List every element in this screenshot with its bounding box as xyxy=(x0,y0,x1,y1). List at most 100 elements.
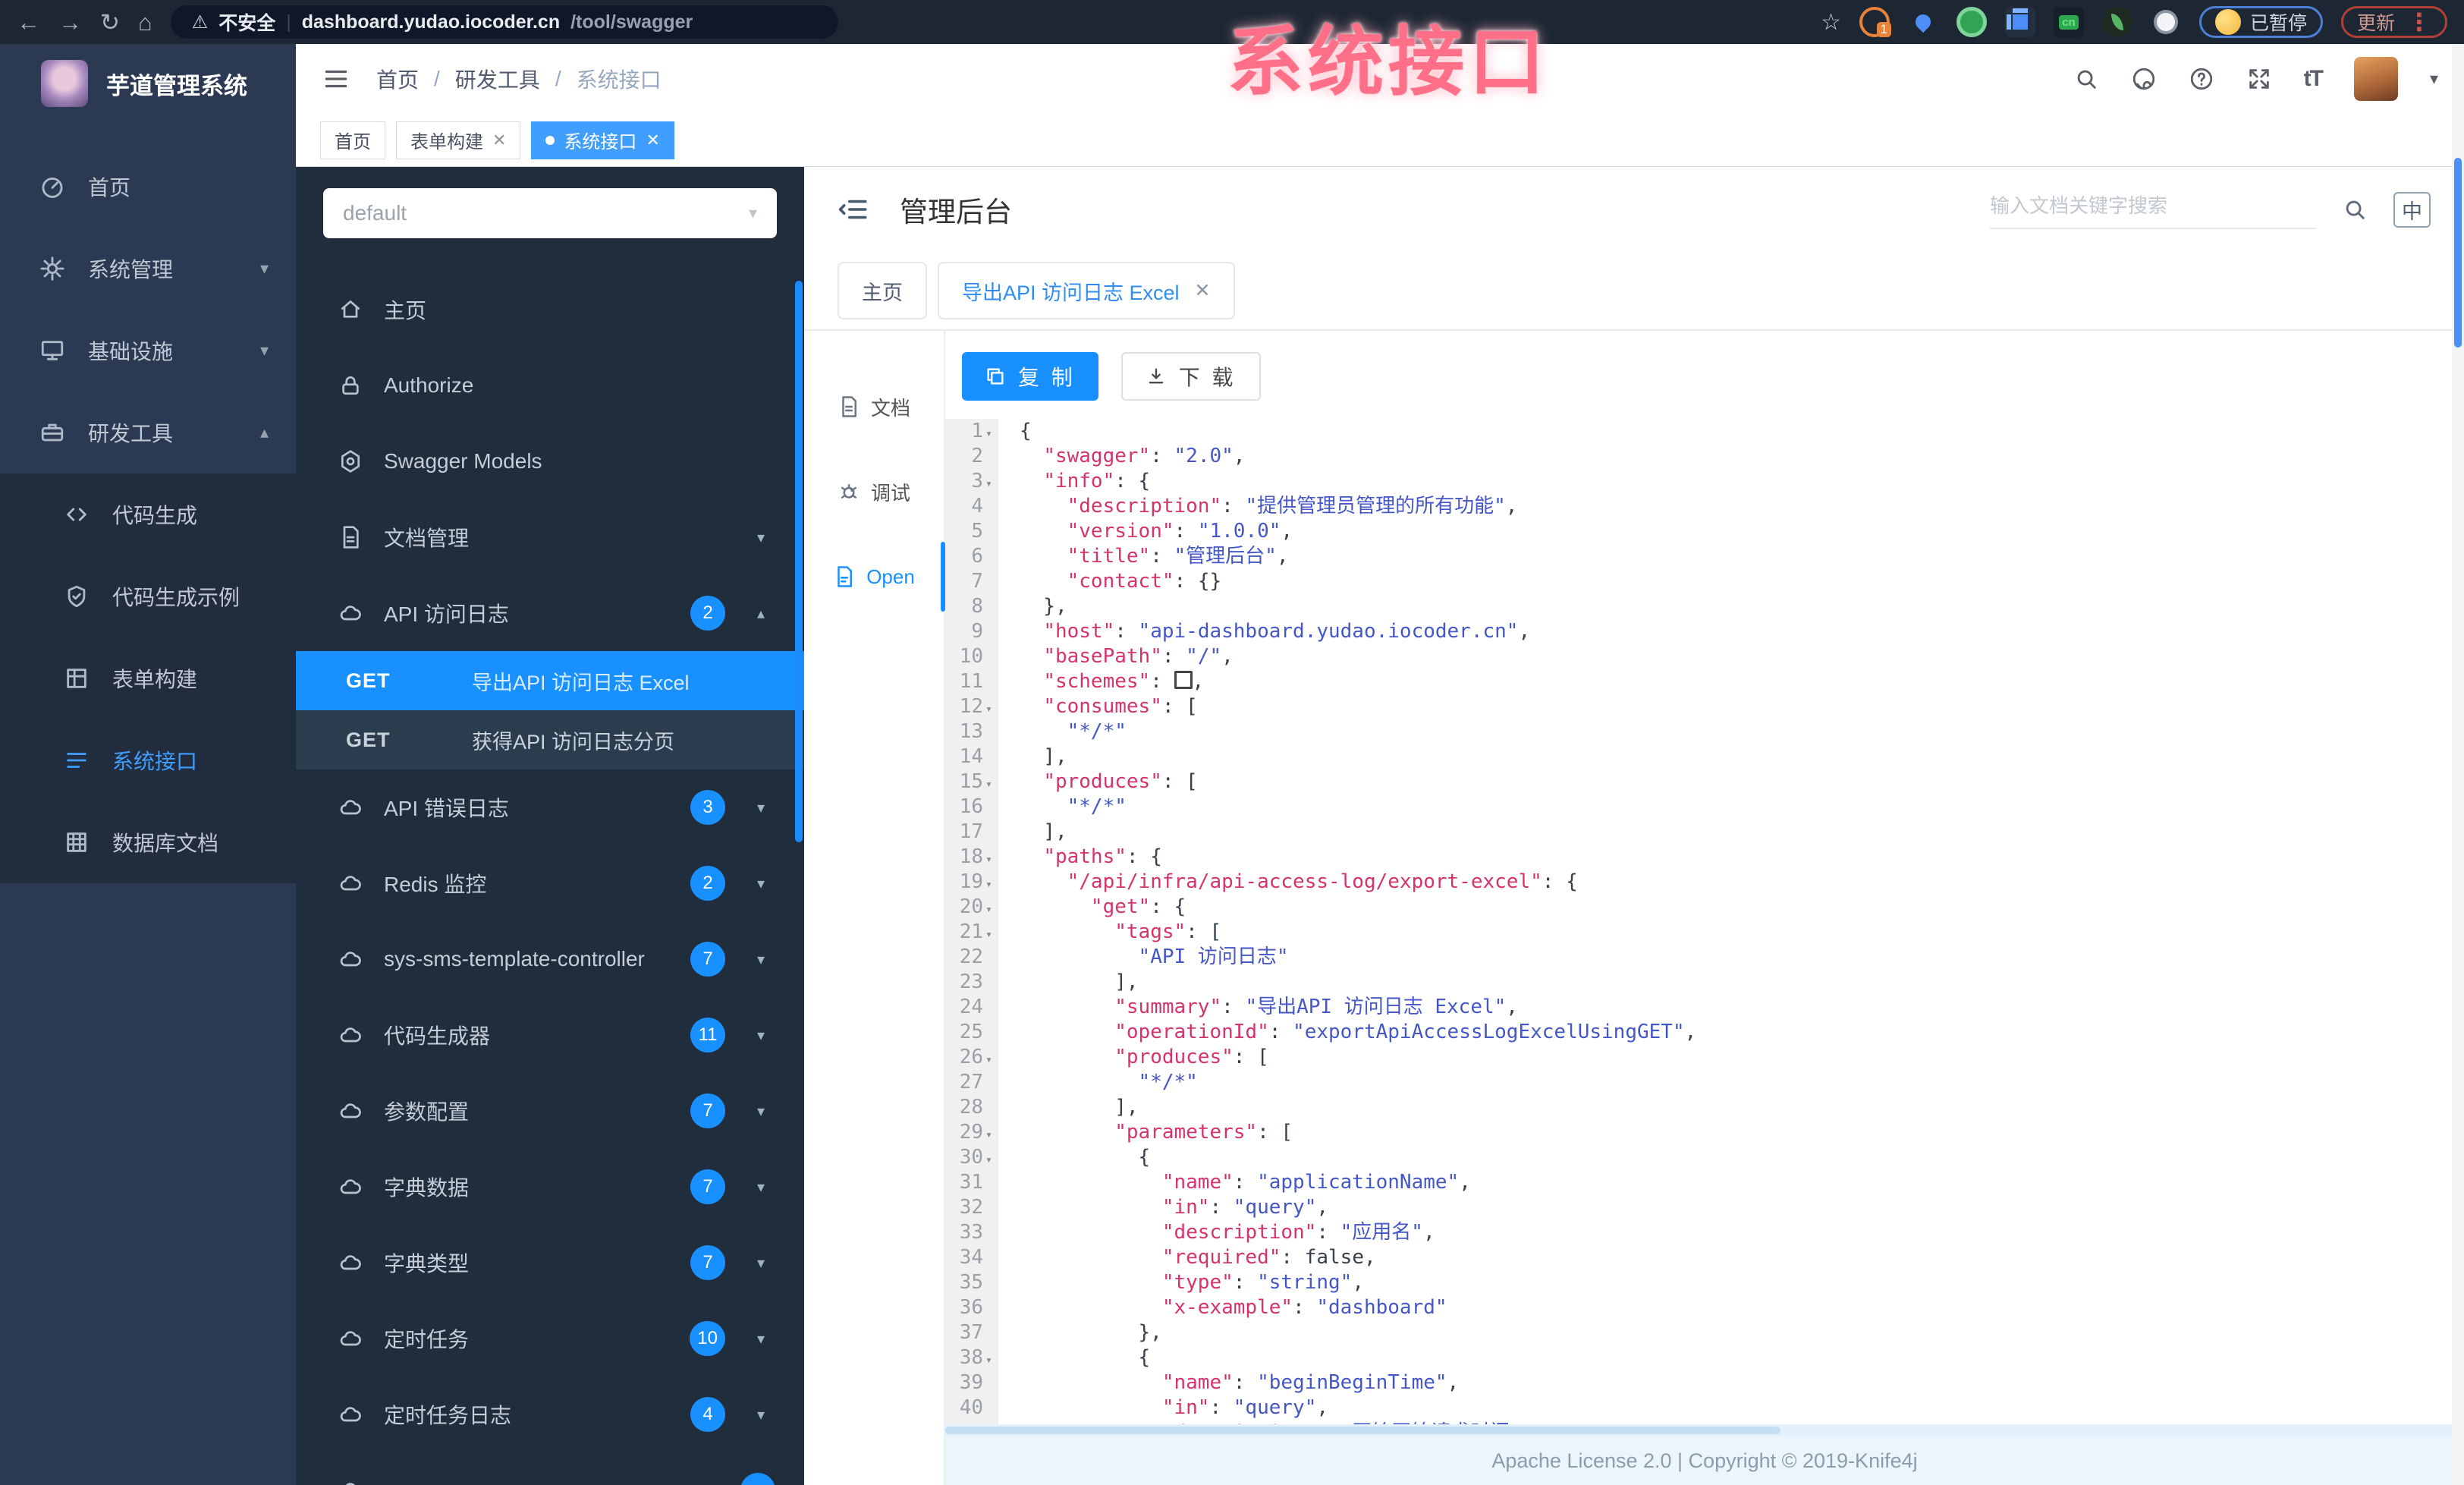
fold-icon[interactable]: ▾ xyxy=(983,1122,998,1147)
gutter-line: 7 xyxy=(971,570,983,593)
browser-forward-icon[interactable]: → xyxy=(58,11,82,34)
api-operation-get-api-access-log-page[interactable]: GET 获得API 访问日志分页 xyxy=(296,710,804,769)
sidebar-item-form-builder[interactable]: 表单构建 xyxy=(0,637,296,719)
app-logo[interactable]: 芋道管理系统 xyxy=(0,44,296,123)
extension-icon-6[interactable] xyxy=(2101,7,2132,37)
bookmark-star-icon[interactable]: ☆ xyxy=(1821,9,1841,36)
doc-tab-导出API 访问日志 Excel[interactable]: 导出API 访问日志 Excel ✕ xyxy=(938,262,1235,319)
address-bar[interactable]: ⚠ 不安全 | dashboard.yudao.iocoder.cn/tool/… xyxy=(170,5,838,39)
sidebar-item-infrastructure[interactable]: 基础设施 ▾ xyxy=(0,310,296,392)
folded-array-icon[interactable] xyxy=(1174,671,1193,689)
browser-back-icon[interactable]: ← xyxy=(17,11,40,34)
api-operation-export-api-access-log-excel[interactable]: GET 导出API 访问日志 Excel xyxy=(296,651,804,710)
language-toggle[interactable]: 中 xyxy=(2393,191,2431,228)
tag-系统接口[interactable]: 系统接口 ✕ xyxy=(531,121,674,159)
fold-icon[interactable]: ▾ xyxy=(983,1047,998,1072)
fold-icon[interactable]: ▾ xyxy=(983,772,998,797)
swagger-menu-item-redis-monitor[interactable]: Redis 监控 2 ▾ xyxy=(296,845,804,921)
extension-icon-1[interactable]: 1 xyxy=(1859,7,1891,37)
doc-side-tab-debug[interactable]: 调试 xyxy=(804,449,944,534)
close-icon[interactable]: ✕ xyxy=(492,131,506,150)
swagger-menu-item-dict-type[interactable]: 字典类型 7 ▾ xyxy=(296,1225,804,1301)
editor-horizontal-scrollbar[interactable] xyxy=(945,1424,2464,1436)
fold-icon[interactable]: ▾ xyxy=(983,1147,998,1172)
fold-icon[interactable]: ▾ xyxy=(983,421,998,446)
breadcrumb-item[interactable]: 研发工具 xyxy=(455,64,540,94)
fold-icon[interactable]: ▾ xyxy=(983,897,998,922)
extension-icon-3[interactable] xyxy=(1956,7,1987,37)
chevron-down-icon[interactable]: ▾ xyxy=(2430,69,2438,89)
sidebar-item-system-management[interactable]: 系统管理 ▾ xyxy=(0,228,296,310)
search-icon[interactable] xyxy=(2073,66,2099,92)
swagger-menu-item-swagger-models[interactable]: Swagger Models xyxy=(296,423,804,499)
extension-icon-4[interactable] xyxy=(2004,7,2035,37)
browser-reload-icon[interactable]: ↻ xyxy=(100,11,120,34)
page-scrollbar-thumb[interactable] xyxy=(2454,158,2462,348)
doc-tab-主页[interactable]: 主页 xyxy=(838,262,927,319)
gutter-line: 16 xyxy=(959,795,983,818)
gutter-line: 33 xyxy=(959,1221,983,1244)
api-group-select[interactable]: default ▾ xyxy=(323,188,777,238)
swagger-menu-item-code-generator[interactable]: 代码生成器 11 ▾ xyxy=(296,997,804,1073)
cloud-icon xyxy=(338,1251,363,1275)
doc-side-tab-doc[interactable]: 文档 xyxy=(804,364,944,449)
swagger-menu-item-sys-sms-template-controller[interactable]: sys-sms-template-controller 7 ▾ xyxy=(296,921,804,997)
swagger-menu-item-scheduled-task-log[interactable]: 定时任务日志 4 ▾ xyxy=(296,1376,804,1452)
code-line: "/api/infra/api-access-log/export-excel"… xyxy=(1067,870,1578,893)
gutter-line: 3 ▾ xyxy=(945,469,998,494)
sidebar-item-db-doc[interactable]: 数据库文档 xyxy=(0,801,296,883)
swagger-menu-item-doc-management[interactable]: 文档管理 ▾ xyxy=(296,499,804,575)
swagger-menu-item-api-error-log[interactable]: API 错误日志 3 ▾ xyxy=(296,769,804,845)
fold-icon[interactable]: ▾ xyxy=(983,1348,998,1373)
fold-icon[interactable]: ▾ xyxy=(983,697,998,722)
chevron-up-icon: ▴ xyxy=(757,605,765,622)
hamburger-icon[interactable] xyxy=(322,64,350,93)
extension-icon-7[interactable] xyxy=(2151,7,2181,37)
fold-icon[interactable]: ▾ xyxy=(983,471,998,496)
tag-表单构建[interactable]: 表单构建 ✕ xyxy=(396,121,521,159)
browser-menu-icon[interactable]: ⋮ xyxy=(2407,8,2431,36)
doc-side-tab-open[interactable]: Open xyxy=(804,534,945,619)
swagger-menu-item-dict-data[interactable]: 字典数据 7 ▾ xyxy=(296,1149,804,1225)
copy-button[interactable]: 复 制 xyxy=(962,352,1098,401)
help-icon[interactable] xyxy=(2189,66,2214,92)
download-button[interactable]: 下 载 xyxy=(1120,352,1261,401)
fold-icon[interactable]: ▾ xyxy=(983,922,998,947)
extension-icon-2[interactable] xyxy=(1908,7,1938,37)
doc-search-input[interactable]: 输入文档关键字搜索 xyxy=(1990,190,2316,229)
json-code-editor[interactable]: 1 ▾ 2 3 ▾ 4 5 6 7 8 9 10 11 12 ▾ 13 14 15 ▾ 16 17 18 ▾ 19 ▾ 20 ▾ 21… xyxy=(945,419,2464,1424)
sidebar-item-system-api[interactable]: 系统接口 xyxy=(0,719,296,801)
browser-home-icon[interactable]: ⌂ xyxy=(138,11,152,34)
close-icon[interactable]: ✕ xyxy=(1195,279,1211,302)
close-icon[interactable]: ✕ xyxy=(646,131,659,150)
fold-icon[interactable]: ▾ xyxy=(983,847,998,872)
swagger-menu-item-clipped-item[interactable] xyxy=(296,1452,804,1485)
page-scrollbar[interactable] xyxy=(2452,44,2464,1485)
fullscreen-icon[interactable] xyxy=(2246,66,2272,92)
swagger-menu-item-api-access-log[interactable]: API 访问日志 2 ▴ xyxy=(296,575,804,651)
swagger-menu-item-swagger-home[interactable]: 主页 xyxy=(296,272,804,348)
sidebar-item-home[interactable]: 首页 xyxy=(0,146,296,228)
extension-icon-5[interactable]: cn xyxy=(2053,7,2084,37)
sidebar-item-code-generation[interactable]: 代码生成 xyxy=(0,474,296,555)
swagger-menu-item-scheduled-task[interactable]: 定时任务 10 ▾ xyxy=(296,1301,804,1376)
menu-collapse-icon[interactable] xyxy=(838,193,869,225)
gutter-line: 18 ▾ xyxy=(945,845,998,870)
font-size-icon[interactable]: tT xyxy=(2304,66,2324,92)
sidebar-item-code-generation-demo[interactable]: 代码生成示例 xyxy=(0,555,296,637)
editor-code[interactable]: { "swagger": "2.0", "info": { "descripti… xyxy=(998,419,2464,1424)
swagger-menu-item-param-config[interactable]: 参数配置 7 ▾ xyxy=(296,1073,804,1149)
github-icon[interactable] xyxy=(2131,66,2157,92)
paused-extension-pill[interactable]: 已暂停 xyxy=(2198,6,2323,38)
sidebar-item-dev-tools[interactable]: 研发工具 ▴ xyxy=(0,392,296,474)
doc-search-icon[interactable] xyxy=(2342,197,2368,222)
browser-update-button[interactable]: 更新 ⋮ xyxy=(2340,6,2447,38)
breadcrumb-item[interactable]: 首页 xyxy=(376,64,419,94)
tag-首页[interactable]: 首页 xyxy=(320,121,385,159)
swagger-menu-item-authorize[interactable]: Authorize xyxy=(296,348,804,423)
fold-icon[interactable]: ▾ xyxy=(983,872,998,897)
gutter-line: 23 xyxy=(959,971,983,993)
user-avatar[interactable] xyxy=(2353,57,2398,101)
sidebar-scrollbar-thumb[interactable] xyxy=(795,281,803,842)
breadcrumb-item[interactable]: 系统接口 xyxy=(577,64,662,94)
